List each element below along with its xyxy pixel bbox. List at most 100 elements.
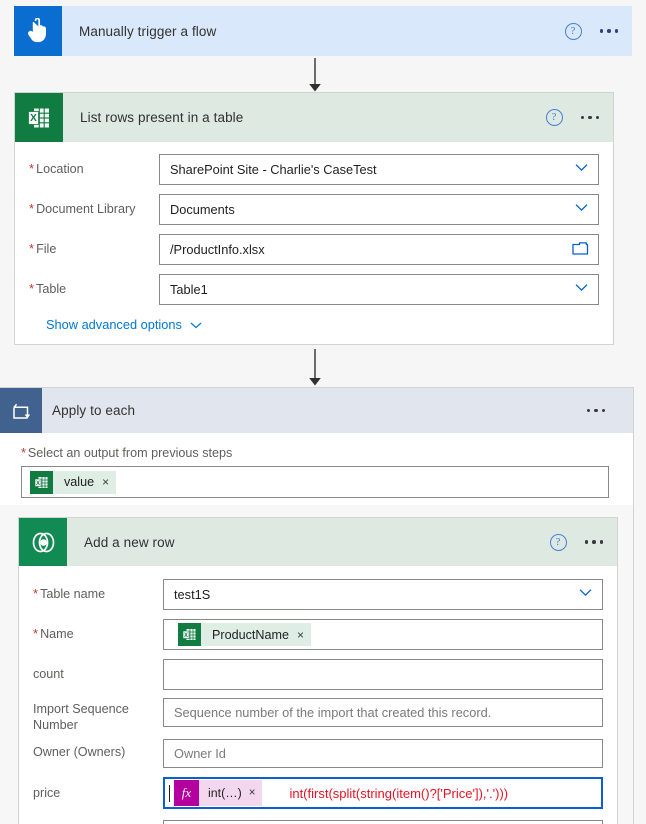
field-row-file: * File /ProductInfo.xlsx: [29, 234, 599, 265]
overflow-menu-icon[interactable]: [586, 408, 605, 413]
remove-token-icon[interactable]: ×: [297, 629, 304, 641]
help-icon[interactable]: ?: [545, 109, 563, 126]
list-rows-card-header[interactable]: X List rows present in a table ?: [15, 93, 613, 142]
expression-token-chip[interactable]: int(…) ×: [199, 780, 263, 806]
field-label-document-library: * Document Library: [29, 201, 136, 216]
field-row-import-sequence-number: Import Sequence Number Sequence number o…: [33, 698, 603, 733]
trigger-card-title: Manually trigger a flow: [79, 23, 217, 39]
overflow-menu-icon[interactable]: [599, 29, 618, 33]
svg-text:X: X: [184, 633, 188, 639]
show-advanced-options-label: Show advanced options: [46, 317, 182, 332]
value-token-chip[interactable]: X value ×: [30, 470, 117, 494]
chevron-down-icon[interactable]: [575, 283, 588, 296]
list-rows-card-title: List rows present in a table: [80, 110, 244, 125]
record-created-on-input[interactable]: Date and time that the record was migrat…: [163, 820, 603, 824]
list-rows-card[interactable]: X List rows present in a table ? * Locati…: [14, 92, 614, 345]
remove-expression-token-icon[interactable]: ×: [249, 787, 256, 799]
flow-designer-canvas: Manually trigger a flow ? X List rows pr…: [0, 0, 646, 824]
field-row-name: * Name X ProductName ×: [33, 619, 603, 650]
name-input[interactable]: X ProductName ×: [163, 619, 603, 650]
field-label-price: price: [33, 786, 61, 800]
table-name-value: test1S: [174, 587, 211, 602]
field-row-table: * Table Table1: [29, 274, 599, 305]
trigger-card[interactable]: Manually trigger a flow ?: [14, 6, 632, 56]
field-label-table: * Table: [29, 281, 67, 296]
svg-text:X: X: [36, 480, 40, 486]
location-value: SharePoint Site - Charlie's CaseTest: [170, 162, 377, 177]
required-asterisk: *: [29, 201, 35, 216]
file-input[interactable]: /ProductInfo.xlsx: [159, 234, 599, 265]
import-sequence-number-input[interactable]: Sequence number of the import that creat…: [163, 698, 603, 727]
overflow-menu-icon[interactable]: [580, 115, 599, 120]
excel-token-icon: X: [178, 623, 201, 646]
add-a-new-row-title: Add a new row: [84, 534, 175, 550]
chevron-down-icon[interactable]: [579, 588, 592, 601]
folder-picker-icon[interactable]: [572, 241, 589, 259]
import-sequence-number-placeholder: Sequence number of the import that creat…: [174, 705, 492, 720]
field-row-location: * Location SharePoint Site - Charlie's Ca…: [29, 154, 599, 185]
field-label-file: * File: [29, 241, 57, 256]
field-row-record-created-on: Record Created On Date and time that the…: [33, 820, 603, 824]
excel-token-icon: X: [30, 470, 53, 494]
select-output-section: * Select an output from previous steps X…: [0, 433, 633, 505]
field-label-record-created-on: Record Created On: [33, 820, 163, 824]
trigger-card-header[interactable]: Manually trigger a flow ?: [14, 6, 632, 56]
required-asterisk: *: [29, 161, 35, 176]
apply-to-each-title: Apply to each: [52, 403, 136, 418]
count-input[interactable]: [163, 659, 603, 690]
show-advanced-options-link[interactable]: Show advanced options: [46, 317, 202, 332]
text-caret: [169, 784, 170, 802]
expression-token-label: int(…): [208, 786, 242, 800]
field-label-location: * Location: [29, 161, 84, 176]
excel-icon: X: [15, 93, 63, 142]
productname-token-chip[interactable]: X ProductName ×: [178, 623, 312, 646]
field-label-import-sequence-number: Import Sequence Number: [33, 702, 129, 732]
owner-input[interactable]: Owner Id: [163, 739, 603, 768]
required-asterisk: *: [33, 626, 39, 641]
add-a-new-row-form: * Table name test1S * Name X ProductName…: [19, 566, 617, 824]
svg-text:X: X: [30, 113, 37, 124]
table-name-dropdown[interactable]: test1S: [163, 579, 603, 610]
chevron-down-icon: [190, 317, 202, 332]
field-row-document-library: * Document Library Documents: [29, 194, 599, 225]
value-token-label: value: [64, 475, 95, 489]
apply-to-each-header[interactable]: Apply to each: [0, 388, 633, 433]
field-label-table-name: * Table name: [33, 586, 106, 601]
overflow-menu-icon[interactable]: [584, 540, 603, 544]
field-row-table-name: * Table name test1S: [33, 579, 603, 610]
document-library-value: Documents: [170, 202, 235, 217]
help-icon[interactable]: ?: [564, 22, 582, 40]
select-output-label: * Select an output from previous steps: [21, 446, 233, 460]
remove-token-icon[interactable]: ×: [102, 476, 109, 488]
hand-tap-icon: [14, 6, 62, 56]
field-label-owner: Owner (Owners): [33, 745, 126, 759]
file-value: /ProductInfo.xlsx: [170, 242, 265, 257]
required-asterisk: *: [29, 281, 35, 296]
table-value: Table1: [170, 282, 208, 297]
table-dropdown[interactable]: Table1: [159, 274, 599, 305]
price-expression-text: int(first(split(string(item()?['Price'])…: [289, 785, 509, 801]
field-row-count: count: [33, 659, 603, 690]
required-asterisk: *: [21, 446, 26, 460]
price-expression-input[interactable]: fx int(…) × int(first(split(string(item(…: [163, 777, 603, 809]
owner-placeholder: Owner Id: [174, 746, 226, 761]
required-asterisk: *: [33, 586, 39, 601]
list-rows-form: * Location SharePoint Site - Charlie's Ca…: [15, 142, 613, 332]
field-row-owner: Owner (Owners) Owner Id: [33, 739, 603, 768]
field-label-count: count: [33, 667, 64, 681]
loop-icon: [0, 388, 42, 433]
chevron-down-icon[interactable]: [575, 203, 588, 216]
chevron-down-icon[interactable]: [575, 163, 588, 176]
add-a-new-row-header[interactable]: Add a new row ?: [19, 518, 617, 566]
select-output-input[interactable]: X value ×: [21, 466, 609, 498]
help-icon[interactable]: ?: [549, 533, 567, 551]
connector-arrow-2: [305, 349, 325, 392]
document-library-dropdown[interactable]: Documents: [159, 194, 599, 225]
productname-token-label: ProductName: [212, 627, 289, 642]
dataverse-icon: [19, 518, 67, 566]
fx-icon: fx: [174, 780, 199, 806]
field-label-name: * Name: [33, 626, 74, 641]
location-dropdown[interactable]: SharePoint Site - Charlie's CaseTest: [159, 154, 599, 185]
add-a-new-row-card[interactable]: Add a new row ? * Table name test1S * Na…: [18, 517, 618, 824]
apply-to-each-card[interactable]: Apply to each * Select an output from pre…: [0, 387, 634, 824]
